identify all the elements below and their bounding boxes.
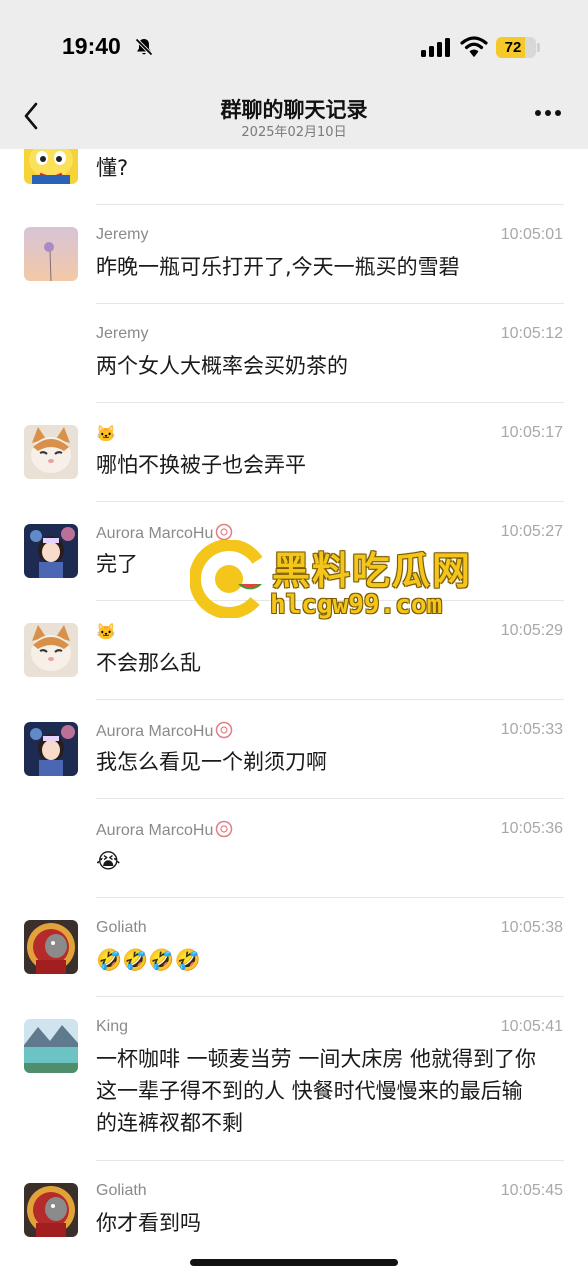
avatar-goliath[interactable] [24, 1183, 78, 1237]
avatar-goliath[interactable] [24, 920, 78, 974]
divider [96, 204, 564, 205]
divider [96, 996, 564, 997]
page-subtitle: 2025年02月10日 [241, 125, 347, 140]
message-text: 不会那么乱 [96, 651, 201, 675]
message-time: 10:05:27 [500, 523, 563, 540]
avatar-flower[interactable] [24, 227, 78, 281]
sender-name: Jeremy [96, 325, 149, 342]
message-time: 10:05:29 [500, 622, 563, 639]
sender-name-text: Aurora MarcoHu [96, 723, 214, 740]
avatar-image [24, 425, 78, 479]
bell-slash-icon [135, 38, 153, 56]
message-text: 懂? [96, 156, 129, 180]
watermark-logo-icon [190, 540, 268, 618]
message-time: 10:05:33 [500, 721, 563, 738]
message-time: 10:05:17 [500, 424, 563, 441]
avatar-image [24, 1019, 78, 1073]
avatar-cat[interactable] [24, 623, 78, 677]
avatar-image [24, 920, 78, 974]
message-time: 10:05:01 [500, 226, 563, 243]
divider [96, 897, 564, 898]
divider [96, 402, 564, 403]
sender-name: Jeremy [96, 226, 149, 243]
message-time: 10:05:36 [500, 820, 563, 837]
divider [96, 699, 564, 700]
sender-name: King [96, 1018, 129, 1035]
avatar-image [24, 1183, 78, 1237]
avatar-image [24, 524, 78, 578]
flower-icon [216, 721, 233, 739]
flower-icon [216, 523, 233, 541]
avatar-image [24, 722, 78, 776]
avatar-anime-girl[interactable] [24, 722, 78, 776]
sender-name: 🐱 [96, 624, 116, 641]
watermark-name: 黑料吃瓜网 [272, 549, 473, 593]
top-bar: 19:40 72 群聊的聊天记录 2025年02月10日 [0, 0, 588, 149]
message-text: 🤣🤣🤣🤣 [96, 948, 201, 972]
more-dots-icon[interactable] [534, 109, 562, 117]
avatar-anime-girl[interactable] [24, 524, 78, 578]
message-text: 一杯咖啡 一顿麦当劳 一间大床房 他就得到了你 这一辈子得不到的人 快餐时代慢慢… [96, 1043, 566, 1139]
signal-icon [421, 38, 450, 57]
message-time: 10:05:41 [500, 1018, 563, 1035]
sender-name: Goliath [96, 1182, 147, 1199]
avatar-image [24, 227, 78, 281]
message-time: 10:05:38 [500, 919, 563, 936]
message-time: 10:05:45 [500, 1182, 563, 1199]
page-title: 群聊的聊天记录 [220, 98, 368, 122]
avatar-image [24, 623, 78, 677]
sender-name: 🐱 [96, 426, 116, 443]
sender-name: Goliath [96, 919, 147, 936]
message-text: 我怎么看见一个剃须刀啊 [96, 750, 327, 774]
divider [96, 303, 564, 304]
status-time: 19:40 [62, 33, 121, 59]
battery-percent: 72 [504, 39, 522, 56]
battery-tip [537, 43, 540, 52]
message-text: 😭 [96, 849, 121, 873]
avatar-cat[interactable] [24, 425, 78, 479]
message-time: 10:05:12 [500, 325, 563, 342]
message-text: 昨晚一瓶可乐打开了,今天一瓶买的雪碧 [96, 255, 460, 279]
watermark-url: hlcgw99.com [270, 590, 443, 620]
wifi-icon [460, 36, 488, 57]
message-text: 哪怕不换被子也会弄平 [96, 453, 306, 477]
message-text-line: 一杯咖啡 一顿麦当劳 一间大床房 他就得到了你 [96, 1047, 537, 1071]
avatar-lake-landscape[interactable] [24, 1019, 78, 1073]
sender-name-text: Aurora MarcoHu [96, 822, 214, 839]
divider [96, 798, 564, 799]
home-indicator[interactable] [190, 1259, 398, 1266]
battery-icon: 72 [496, 37, 536, 58]
message-text-line: 这一辈子得不到的人 快餐时代慢慢来的最后输 [96, 1079, 523, 1103]
sender-name: Aurora MarcoHu [96, 820, 233, 840]
divider [96, 1160, 564, 1161]
message-text: 你才看到吗 [96, 1211, 201, 1235]
sender-name: Aurora MarcoHu [96, 721, 233, 741]
flower-icon [216, 820, 233, 838]
message-text: 两个女人大概率会买奶茶的 [96, 354, 348, 378]
divider [96, 501, 564, 502]
message-text-line: 的连裤衩都不剩 [96, 1111, 243, 1135]
